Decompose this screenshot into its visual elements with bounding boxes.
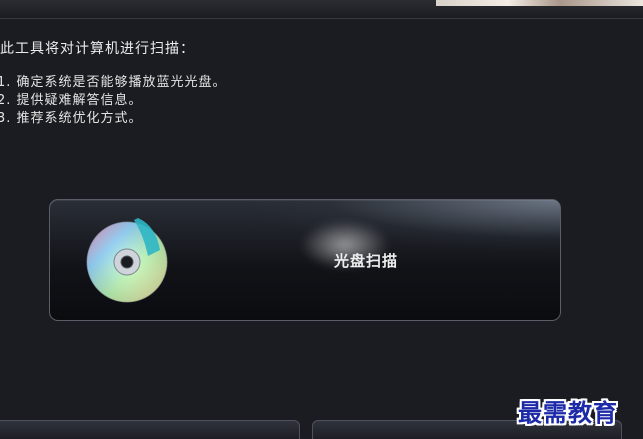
list-item-number: 1. xyxy=(0,75,12,90)
intro-text: 此工具将对计算机进行扫描： xyxy=(0,41,195,57)
list-item: 2. 提供疑难解答信息。 xyxy=(0,92,227,110)
list-item-text: 确定系统是否能够播放蓝光光盘。 xyxy=(16,75,227,90)
list-item-text: 提供疑难解答信息。 xyxy=(16,93,143,108)
list-item-number: 3. xyxy=(0,111,12,126)
header-photo-edge xyxy=(436,0,643,6)
disc-scan-button[interactable]: 光盘扫描 xyxy=(49,199,561,321)
scan-button-label: 光盘扫描 xyxy=(334,252,399,270)
top-header-strip xyxy=(0,0,643,19)
list-item-text: 推荐系统优化方式。 xyxy=(16,111,143,126)
list-item: 1. 确定系统是否能够播放蓝光光盘。 xyxy=(0,74,227,92)
bottom-panel-left[interactable] xyxy=(0,420,300,439)
feature-list: 1. 确定系统是否能够播放蓝光光盘。 2. 提供疑难解答信息。 3. 推荐系统优… xyxy=(0,74,227,128)
watermark-text: 最需教育 xyxy=(518,398,618,427)
disc-icon xyxy=(86,218,168,303)
list-item-number: 2. xyxy=(0,93,12,108)
list-item: 3. 推荐系统优化方式。 xyxy=(0,110,227,128)
